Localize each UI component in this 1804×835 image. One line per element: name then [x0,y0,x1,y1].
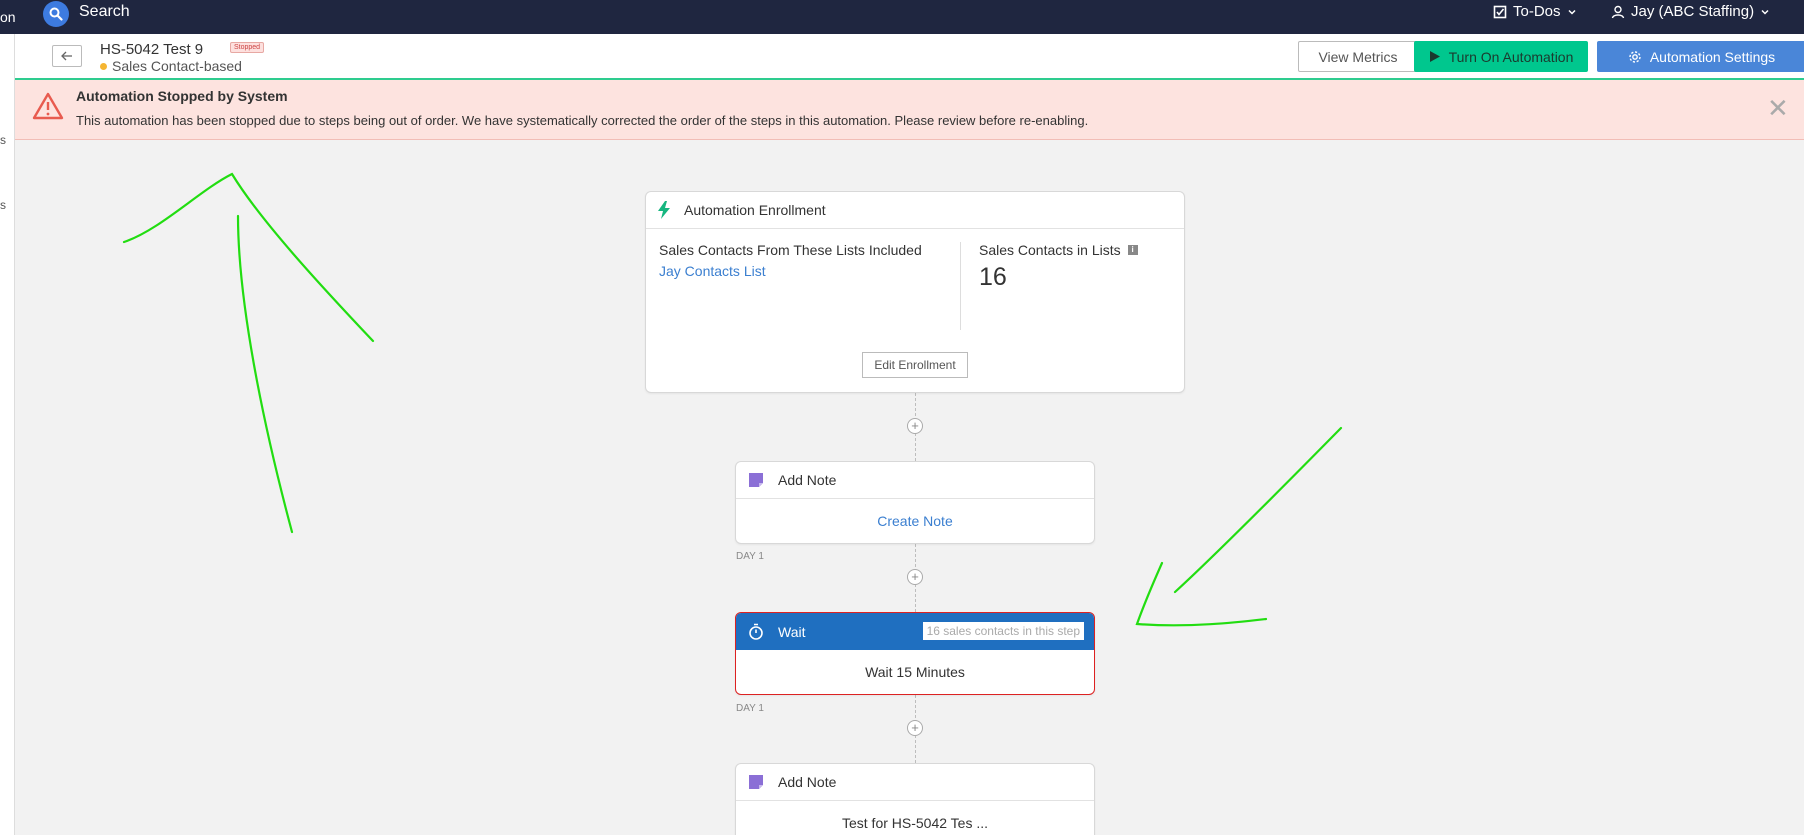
status-dot-icon [100,62,107,70]
warning-icon [32,92,64,120]
gear-icon [1629,50,1641,63]
lightning-icon [658,201,670,219]
top-nav: on Search To-Dos Jay (ABC Staffing) [0,0,1804,34]
enrollment-lists: Sales Contacts From These Lists Included… [659,242,922,279]
user-icon [1611,5,1625,18]
automation-type: Sales Contact-based [100,58,242,74]
step-title: Add Note [778,472,837,488]
create-note-link[interactable]: Create Note [736,499,1094,543]
edit-enrollment-button[interactable]: Edit Enrollment [862,352,968,378]
add-step-icon[interactable]: + [907,418,923,434]
enrollment-divider [960,242,961,330]
sidebar-item-fragment[interactable]: s [0,133,6,147]
chevron-down-icon [1761,9,1769,15]
lists-title: Sales Contacts From These Lists Included [659,242,922,258]
contacts-in-step-badge: 16 sales contacts in this step [922,622,1084,640]
automation-canvas: + + + Automation Enrollment Sales Contac… [15,141,1804,835]
todos-menu[interactable]: To-Dos [1493,3,1577,20]
count-label-row: Sales Contacts in Lists i [979,242,1138,258]
step-header: Add Note [736,764,1094,801]
enrollment-card[interactable]: Automation Enrollment Sales Contacts Fro… [645,191,1185,393]
automation-settings-button[interactable]: Automation Settings [1597,41,1804,72]
status-badge: Stopped [230,42,265,53]
alert-title: Automation Stopped by System [76,88,288,104]
page-title: HS-5042 Test 9 [100,41,204,58]
day-label: DAY 1 [736,703,764,714]
add-step-icon[interactable]: + [907,569,923,585]
contacts-count: 16 [979,263,1007,291]
wait-duration: Wait 15 Minutes [865,664,965,680]
chevron-down-icon [1567,9,1576,15]
add-note-step[interactable]: Add Note Test for HS-5042 Tes ... [735,763,1095,835]
enrollment-header: Automation Enrollment [646,192,1184,229]
note-icon [749,775,763,789]
close-icon[interactable]: ✕ [1767,95,1789,121]
turn-on-label: Turn On Automation [1448,48,1574,65]
search-label[interactable]: Search [79,3,130,21]
note-icon [749,473,763,487]
search-icon[interactable] [43,1,69,27]
user-menu[interactable]: Jay (ABC Staffing) [1611,3,1770,20]
stopwatch-icon [749,623,763,640]
step-title: Wait [778,623,806,640]
count-label: Sales Contacts in Lists [979,242,1121,258]
step-title: Add Note [778,774,837,790]
arrow-left-icon [61,51,72,61]
checkbox-icon [1493,5,1507,18]
sidebar-item-fragment[interactable]: s [0,198,6,212]
automation-type-label: Sales Contact-based [112,58,242,74]
play-icon [1429,51,1440,62]
alert-message: This automation has been stopped due to … [76,113,1089,128]
add-note-step[interactable]: Add Note Create Note [735,461,1095,544]
automation-header: HS-5042 Test 9 Stopped Sales Contact-bas… [15,34,1804,80]
back-button[interactable] [52,45,82,67]
automation-settings-label: Automation Settings [1649,48,1776,65]
turn-on-automation-button[interactable]: Turn On Automation [1414,41,1588,72]
view-metrics-button[interactable]: View Metrics [1298,41,1418,72]
add-step-icon[interactable]: + [907,720,923,736]
system-stopped-alert: Automation Stopped by System This automa… [15,80,1804,140]
todos-label: To-Dos [1513,3,1561,20]
left-sidebar: s s [0,34,15,835]
view-metrics-label: View Metrics [1318,48,1398,65]
step-header: Add Note [736,462,1094,499]
note-preview: Test for HS-5042 Tes ... [841,815,989,831]
day-label: DAY 1 [736,551,764,562]
wait-step[interactable]: Wait 16 sales contacts in this step Wait… [735,612,1095,695]
step-header: Wait 16 sales contacts in this step [736,613,1094,650]
enrollment-count: Sales Contacts in Lists i 16 [979,242,1138,292]
nav-cut-label[interactable]: on [0,9,16,25]
enrollment-title: Automation Enrollment [684,202,826,218]
edit-enrollment-label: Edit Enrollment [874,358,956,372]
info-icon[interactable]: i [1127,245,1138,255]
list-link[interactable]: Jay Contacts List [659,263,922,279]
user-label: Jay (ABC Staffing) [1631,3,1755,20]
